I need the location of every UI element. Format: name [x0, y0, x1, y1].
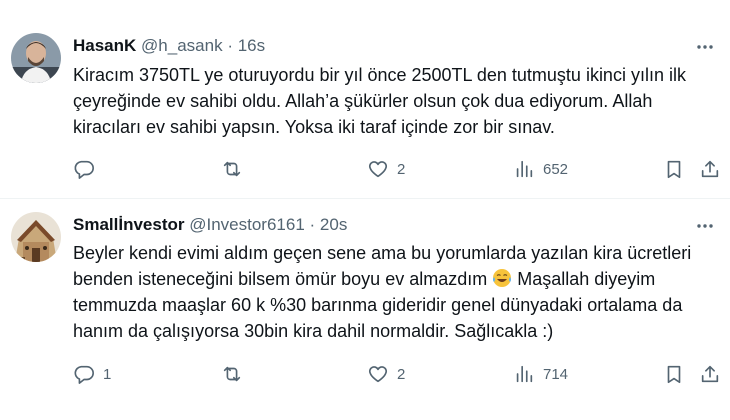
user-avatar-photo: [11, 33, 61, 83]
views-button[interactable]: 714: [513, 362, 568, 386]
action-bar: 2 652: [73, 157, 723, 181]
tweet[interactable]: Smallİnvestor @Investor6161 · 20s Beyler…: [0, 199, 730, 420]
tweet-header: Smallİnvestor @Investor6161 · 20s: [73, 214, 347, 236]
action-bar: 1 2 714: [73, 362, 723, 386]
tweet[interactable]: HasanK @h_asank · 16s Kiracım 3750TL ye …: [0, 0, 730, 199]
timestamp[interactable]: 16s: [238, 36, 265, 55]
bookmark-icon: [667, 160, 681, 179]
reply-icon: [74, 365, 94, 384]
bookmark-button[interactable]: [663, 157, 685, 181]
tweet-text: Kiracım 3750TL ye oturuyordu bir yıl önc…: [73, 65, 686, 137]
share-icon: [701, 365, 719, 383]
share-icon: [701, 160, 719, 178]
more-icon[interactable]: [694, 216, 716, 236]
tweet-header: HasanK @h_asank · 16s: [73, 35, 265, 57]
view-count: 652: [543, 160, 569, 178]
avatar[interactable]: [11, 33, 61, 83]
views-icon: [516, 160, 533, 178]
like-count: 2: [397, 365, 406, 383]
heart-icon: [368, 366, 388, 383]
separator: ·: [309, 215, 316, 234]
bookmark-icon: [667, 365, 681, 384]
bookmark-button[interactable]: [663, 362, 685, 386]
retweet-icon: [223, 161, 241, 177]
display-name[interactable]: HasanK: [73, 36, 136, 55]
like-button[interactable]: 2: [367, 362, 405, 386]
reply-button[interactable]: [73, 157, 103, 181]
avatar[interactable]: [11, 212, 61, 262]
user-handle[interactable]: @Investor6161: [189, 215, 305, 234]
heart-icon: [368, 161, 388, 178]
separator: ·: [227, 36, 233, 55]
display-name[interactable]: Smallİnvestor: [73, 215, 185, 234]
user-avatar-image: [11, 212, 61, 262]
like-count: 2: [397, 160, 406, 178]
tweet-text: Beyler kendi evimi aldım geçen sene ama …: [73, 240, 713, 344]
views-icon: [516, 365, 533, 383]
share-button[interactable]: [699, 362, 721, 386]
user-handle[interactable]: @h_asank: [141, 36, 223, 55]
retweet-button[interactable]: [221, 157, 251, 181]
timestamp[interactable]: 20s: [320, 215, 347, 234]
share-button[interactable]: [699, 157, 721, 181]
view-count: 714: [543, 365, 569, 383]
views-button[interactable]: 652: [513, 157, 568, 181]
more-icon[interactable]: [694, 37, 716, 57]
retweet-button[interactable]: [221, 362, 251, 386]
retweet-icon: [223, 366, 241, 382]
reply-count: 1: [103, 365, 112, 383]
reply-button[interactable]: 1: [73, 362, 111, 386]
like-button[interactable]: 2: [367, 157, 405, 181]
reply-icon: [74, 160, 94, 179]
face-with-tears-of-joy-icon: [492, 268, 512, 288]
